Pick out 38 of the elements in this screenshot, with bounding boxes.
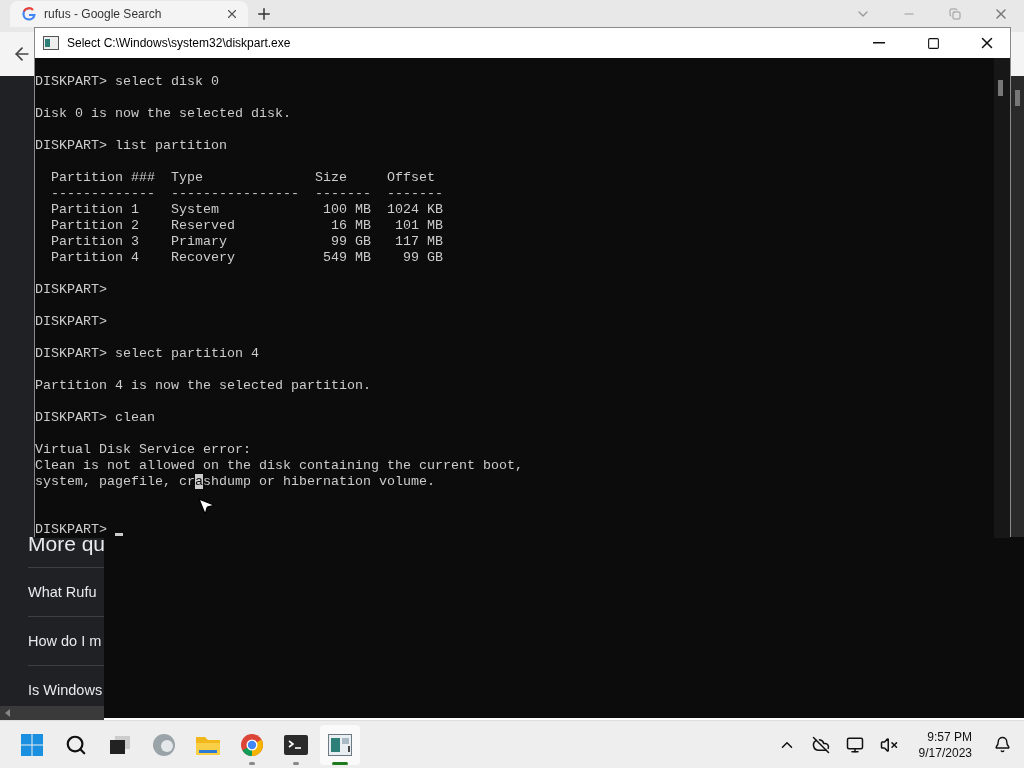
console-line: Partition 3 Primary 99 GB 117 MB: [50, 234, 443, 250]
console-line: DISKPART> select disk 0: [35, 74, 219, 90]
horizontal-scrollbar[interactable]: [0, 706, 104, 720]
terminal-icon: [284, 734, 308, 755]
clock[interactable]: 9:57 PM 9/17/2023: [910, 728, 980, 761]
console-line: DISKPART>: [35, 282, 107, 298]
console-line: Virtual Disk Service error:: [35, 442, 251, 458]
scrollbar[interactable]: [1011, 76, 1024, 537]
task-view-icon: [109, 734, 131, 755]
mouse-pointer-icon: [196, 496, 216, 516]
browser-tab[interactable]: rufus - Google Search: [10, 1, 248, 27]
browser-icon: [152, 732, 176, 757]
disk-window-icon: [328, 733, 352, 756]
console-line: DISKPART> select partition 4: [35, 346, 259, 362]
search-icon: [65, 733, 87, 756]
question-item[interactable]: Is Windows: [28, 674, 103, 706]
console-line: DISKPART>: [35, 314, 107, 330]
console-line: ------------- ---------------- ------- -------: [50, 186, 443, 202]
console-line: Partition 2 Reserved 16 MB 101 MB: [50, 218, 443, 234]
console-line: Partition 4 is now the selected partition.: [35, 378, 371, 394]
question-item[interactable]: What Rufu: [28, 576, 97, 608]
chrome-icon: [240, 732, 264, 757]
console-scrollbar[interactable]: [994, 58, 1010, 538]
console-line: Partition 1 System 100 MB 1024 KB: [50, 202, 443, 218]
console-line: Partition 4 Recovery 549 MB 99 GB: [50, 250, 443, 266]
question-item[interactable]: How do I m: [28, 625, 102, 657]
console-line: Clean is not allowed on the disk containing the current boot,: [35, 458, 523, 474]
console-line: DISKPART> list partition: [35, 138, 227, 154]
windows-logo-icon: [20, 732, 44, 757]
maximize-icon: [926, 36, 940, 50]
console-line: DISKPART> clean: [35, 410, 155, 426]
console-app-icon: [43, 36, 59, 50]
console-line: Partition ### Type Size Offset: [50, 170, 435, 186]
console-line: Disk 0 is now the selected disk.: [35, 106, 291, 122]
scroll-left-icon[interactable]: [3, 708, 13, 718]
window-title: Select C:\Windows\system32\diskpart.exe: [67, 36, 292, 50]
google-logo-icon: [22, 7, 36, 21]
minimize-icon: [873, 42, 885, 44]
